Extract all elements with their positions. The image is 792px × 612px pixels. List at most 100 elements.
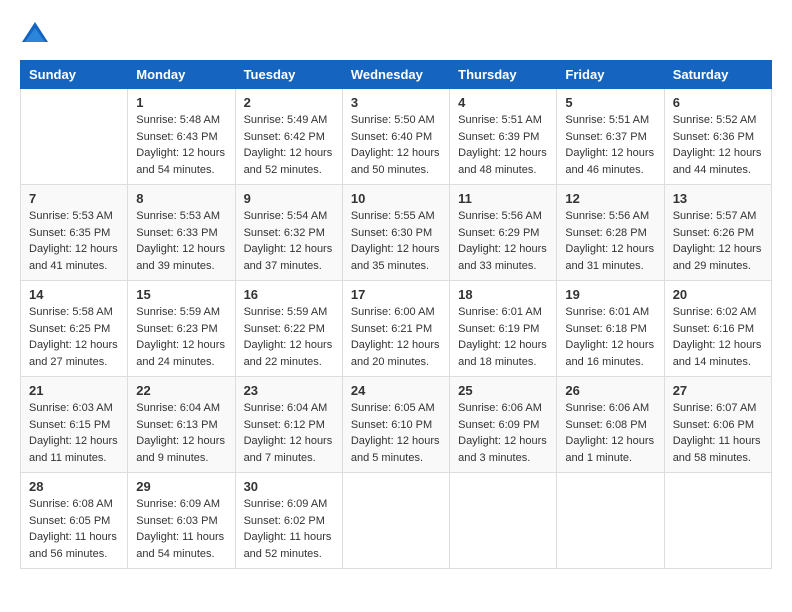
- week-row-1: 1Sunrise: 5:48 AMSunset: 6:43 PMDaylight…: [21, 89, 772, 185]
- day-number: 4: [458, 95, 548, 110]
- calendar-cell: 27 Sunrise: 6:07 AMSunset: 6:06 PMDayligh…: [664, 377, 771, 473]
- calendar-cell: 10 Sunrise: 5:55 AMSunset: 6:30 PMDayligh…: [342, 185, 449, 281]
- day-info: Sunrise: 6:06 AMSunset: 6:09 PMDaylight:…: [458, 400, 548, 466]
- calendar-cell: 13Sunrise: 5:57 AMSunset: 6:26 PMDayligh…: [664, 185, 771, 281]
- day-info: Sunrise: 5:51 AMSunset: 6:37 PMDaylight:…: [565, 112, 655, 178]
- day-info: Sunrise: 6:01 AMSunset: 6:18 PMDaylight:…: [565, 304, 655, 370]
- day-number: 30: [244, 479, 334, 494]
- calendar-cell: 26Sunrise: 6:06 AMSunset: 6:08 PMDayligh…: [557, 377, 664, 473]
- calendar-cell: 30 Sunrise: 6:09 AMSunset: 6:02 PMDayligh…: [235, 473, 342, 569]
- day-number: 8: [136, 191, 226, 206]
- day-number: 18: [458, 287, 548, 302]
- day-info: Sunrise: 5:48 AMSunset: 6:43 PMDaylight:…: [136, 112, 226, 178]
- column-header-tuesday: Tuesday: [235, 61, 342, 89]
- day-number: 23: [244, 383, 334, 398]
- day-number: 15: [136, 287, 226, 302]
- day-number: 12: [565, 191, 655, 206]
- day-number: 24: [351, 383, 441, 398]
- calendar-cell: 3 Sunrise: 5:50 AMSunset: 6:40 PMDaylight…: [342, 89, 449, 185]
- day-number: 25: [458, 383, 548, 398]
- day-info: Sunrise: 6:02 AMSunset: 6:16 PMDaylight:…: [673, 304, 763, 370]
- day-info: Sunrise: 5:55 AMSunset: 6:30 PMDaylight:…: [351, 208, 441, 274]
- calendar-cell: 28 Sunrise: 6:08 AMSunset: 6:05 PMDayligh…: [21, 473, 128, 569]
- column-header-thursday: Thursday: [450, 61, 557, 89]
- calendar-cell: 24 Sunrise: 6:05 AMSunset: 6:10 PMDayligh…: [342, 377, 449, 473]
- day-info: Sunrise: 6:09 AMSunset: 6:03 PMDaylight:…: [136, 496, 226, 562]
- day-number: 2: [244, 95, 334, 110]
- day-info: Sunrise: 5:53 AMSunset: 6:33 PMDaylight:…: [136, 208, 226, 274]
- day-number: 14: [29, 287, 119, 302]
- day-info: Sunrise: 5:58 AMSunset: 6:25 PMDaylight:…: [29, 304, 119, 370]
- day-number: 28: [29, 479, 119, 494]
- logo-icon: [20, 20, 50, 50]
- day-info: Sunrise: 6:04 AMSunset: 6:13 PMDaylight:…: [136, 400, 226, 466]
- calendar-table: SundayMondayTuesdayWednesdayThursdayFrid…: [20, 60, 772, 569]
- day-info: Sunrise: 6:03 AMSunset: 6:15 PMDaylight:…: [29, 400, 119, 466]
- day-number: 9: [244, 191, 334, 206]
- day-info: Sunrise: 6:00 AMSunset: 6:21 PMDaylight:…: [351, 304, 441, 370]
- day-number: 3: [351, 95, 441, 110]
- day-number: 21: [29, 383, 119, 398]
- calendar-cell: 21 Sunrise: 6:03 AMSunset: 6:15 PMDayligh…: [21, 377, 128, 473]
- calendar-cell: [664, 473, 771, 569]
- calendar-cell: 12 Sunrise: 5:56 AMSunset: 6:28 PMDayligh…: [557, 185, 664, 281]
- day-info: Sunrise: 6:09 AMSunset: 6:02 PMDaylight:…: [244, 496, 334, 562]
- calendar-cell: 18 Sunrise: 6:01 AMSunset: 6:19 PMDayligh…: [450, 281, 557, 377]
- day-info: Sunrise: 6:05 AMSunset: 6:10 PMDaylight:…: [351, 400, 441, 466]
- header: [20, 20, 772, 50]
- column-header-friday: Friday: [557, 61, 664, 89]
- calendar-cell: 4 Sunrise: 5:51 AMSunset: 6:39 PMDaylight…: [450, 89, 557, 185]
- calendar-cell: [342, 473, 449, 569]
- day-info: Sunrise: 5:56 AMSunset: 6:29 PMDaylight:…: [458, 208, 548, 274]
- calendar-cell: [21, 89, 128, 185]
- day-number: 29: [136, 479, 226, 494]
- calendar-cell: 11 Sunrise: 5:56 AMSunset: 6:29 PMDayligh…: [450, 185, 557, 281]
- day-info: Sunrise: 5:56 AMSunset: 6:28 PMDaylight:…: [565, 208, 655, 274]
- day-info: Sunrise: 5:53 AMSunset: 6:35 PMDaylight:…: [29, 208, 119, 274]
- day-number: 26: [565, 383, 655, 398]
- day-number: 7: [29, 191, 119, 206]
- column-header-wednesday: Wednesday: [342, 61, 449, 89]
- calendar-cell: 5 Sunrise: 5:51 AMSunset: 6:37 PMDaylight…: [557, 89, 664, 185]
- calendar-cell: 29 Sunrise: 6:09 AMSunset: 6:03 PMDayligh…: [128, 473, 235, 569]
- calendar-cell: [557, 473, 664, 569]
- calendar-cell: 15 Sunrise: 5:59 AMSunset: 6:23 PMDayligh…: [128, 281, 235, 377]
- calendar-cell: 17 Sunrise: 6:00 AMSunset: 6:21 PMDayligh…: [342, 281, 449, 377]
- calendar-cell: [450, 473, 557, 569]
- day-number: 22: [136, 383, 226, 398]
- day-info: Sunrise: 6:01 AMSunset: 6:19 PMDaylight:…: [458, 304, 548, 370]
- day-number: 6: [673, 95, 763, 110]
- calendar-cell: 25 Sunrise: 6:06 AMSunset: 6:09 PMDayligh…: [450, 377, 557, 473]
- day-number: 16: [244, 287, 334, 302]
- calendar-cell: 6 Sunrise: 5:52 AMSunset: 6:36 PMDaylight…: [664, 89, 771, 185]
- column-header-monday: Monday: [128, 61, 235, 89]
- calendar-cell: 19 Sunrise: 6:01 AMSunset: 6:18 PMDayligh…: [557, 281, 664, 377]
- week-row-2: 7 Sunrise: 5:53 AMSunset: 6:35 PMDaylight…: [21, 185, 772, 281]
- day-number: 10: [351, 191, 441, 206]
- day-info: Sunrise: 6:08 AMSunset: 6:05 PMDaylight:…: [29, 496, 119, 562]
- day-info: Sunrise: 5:52 AMSunset: 6:36 PMDaylight:…: [673, 112, 763, 178]
- day-number: 19: [565, 287, 655, 302]
- day-info: Sunrise: 5:51 AMSunset: 6:39 PMDaylight:…: [458, 112, 548, 178]
- calendar-cell: 1Sunrise: 5:48 AMSunset: 6:43 PMDaylight…: [128, 89, 235, 185]
- column-header-sunday: Sunday: [21, 61, 128, 89]
- day-info: Sunrise: 5:59 AMSunset: 6:23 PMDaylight:…: [136, 304, 226, 370]
- calendar-cell: 14 Sunrise: 5:58 AMSunset: 6:25 PMDayligh…: [21, 281, 128, 377]
- calendar-cell: 7 Sunrise: 5:53 AMSunset: 6:35 PMDaylight…: [21, 185, 128, 281]
- day-number: 11: [458, 191, 548, 206]
- day-number: 5: [565, 95, 655, 110]
- calendar-cell: 16Sunrise: 5:59 AMSunset: 6:22 PMDayligh…: [235, 281, 342, 377]
- column-header-saturday: Saturday: [664, 61, 771, 89]
- calendar-cell: 20 Sunrise: 6:02 AMSunset: 6:16 PMDayligh…: [664, 281, 771, 377]
- day-info: Sunrise: 6:07 AMSunset: 6:06 PMDaylight:…: [673, 400, 763, 466]
- day-info: Sunrise: 5:49 AMSunset: 6:42 PMDaylight:…: [244, 112, 334, 178]
- day-number: 27: [673, 383, 763, 398]
- day-info: Sunrise: 6:04 AMSunset: 6:12 PMDaylight:…: [244, 400, 334, 466]
- day-number: 13: [673, 191, 763, 206]
- calendar-cell: 22 Sunrise: 6:04 AMSunset: 6:13 PMDayligh…: [128, 377, 235, 473]
- day-info: Sunrise: 5:50 AMSunset: 6:40 PMDaylight:…: [351, 112, 441, 178]
- week-row-5: 28 Sunrise: 6:08 AMSunset: 6:05 PMDayligh…: [21, 473, 772, 569]
- calendar-cell: 2 Sunrise: 5:49 AMSunset: 6:42 PMDaylight…: [235, 89, 342, 185]
- day-number: 20: [673, 287, 763, 302]
- day-number: 17: [351, 287, 441, 302]
